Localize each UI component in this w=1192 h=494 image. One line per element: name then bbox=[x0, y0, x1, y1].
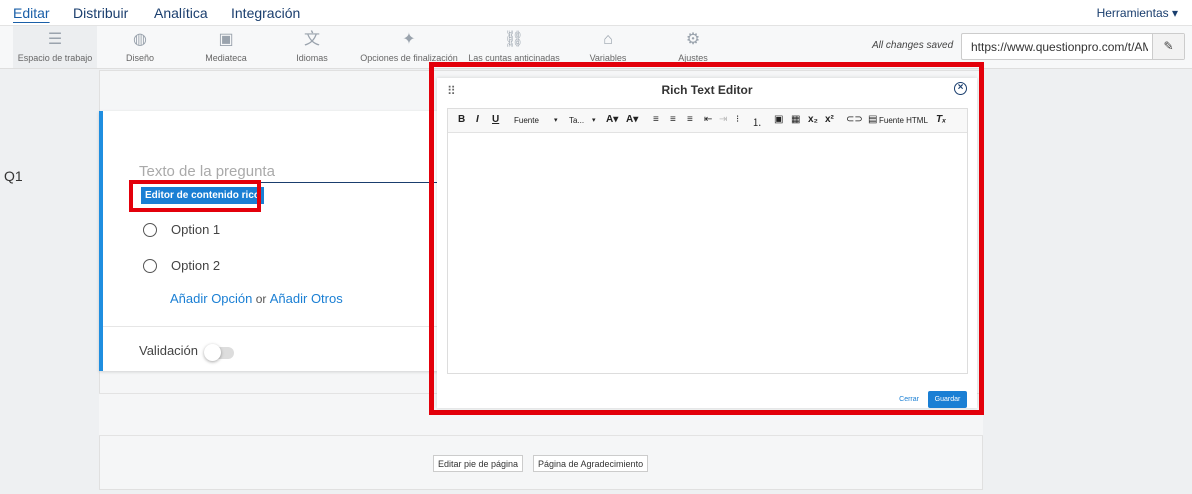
chevron-down-icon[interactable]: ▾ bbox=[592, 116, 596, 124]
validation-label: Validación bbox=[139, 343, 199, 358]
align-right-icon[interactable]: ≡ bbox=[687, 114, 693, 125]
remove-format-icon[interactable]: Tₓ bbox=[936, 114, 946, 125]
nav-analitica[interactable]: Analítica bbox=[154, 5, 208, 21]
option-label[interactable]: Option 1 bbox=[171, 222, 220, 237]
subscript-icon[interactable]: x₂ bbox=[808, 114, 818, 125]
tool-workspace[interactable]: ☰ Espacio de trabajo bbox=[13, 26, 97, 68]
add-option-link[interactable]: Añadir Opción bbox=[170, 291, 252, 306]
numbered-list-icon[interactable]: ⒈ bbox=[752, 114, 762, 129]
thank-you-page-button[interactable]: Página de Agradecimiento bbox=[533, 455, 649, 472]
validation-row: Validación bbox=[103, 326, 444, 371]
text-color-icon[interactable]: A▾ bbox=[626, 114, 638, 125]
nav-editar[interactable]: Editar bbox=[13, 5, 50, 21]
add-other-link[interactable]: Añadir Otros bbox=[270, 291, 343, 306]
pencil-icon[interactable]: ✎ bbox=[1152, 34, 1184, 59]
top-nav: Editar Distribuir Analítica Integración … bbox=[0, 0, 1192, 26]
survey-url-box: ✎ bbox=[961, 33, 1185, 60]
magic-wand-icon: ✦ bbox=[402, 31, 416, 48]
tool-label: Mediateca bbox=[205, 53, 247, 63]
align-left-icon[interactable]: ≡ bbox=[653, 114, 659, 125]
tool-label: Espacio de trabajo bbox=[17, 53, 93, 63]
rich-text-editor: B I U Fuente ▾ Ta... ▾ A▾ A▾ ≡ ≡ ≡ ⇤ ⇥ ⁝… bbox=[447, 108, 968, 374]
tool-label: Diseño bbox=[125, 53, 154, 63]
editor-content-area[interactable] bbox=[448, 133, 967, 373]
question-number: Q1 bbox=[4, 168, 23, 184]
indent-icon[interactable]: ⇥ bbox=[719, 114, 727, 125]
outdent-icon[interactable]: ⇤ bbox=[704, 114, 712, 125]
option-row[interactable]: Option 1 bbox=[143, 221, 220, 237]
question-card[interactable]: Texto de la pregunta Editor de contenido… bbox=[99, 111, 444, 371]
palette-icon: ◍ bbox=[133, 31, 147, 48]
close-icon[interactable]: × bbox=[954, 82, 967, 95]
radio-icon[interactable] bbox=[143, 258, 157, 273]
workspace-icon: ☰ bbox=[47, 31, 63, 48]
tool-label: Idiomas bbox=[296, 53, 328, 63]
italic-button[interactable]: I bbox=[476, 114, 479, 125]
option-label[interactable]: Option 2 bbox=[171, 258, 220, 273]
tool-languages[interactable]: 文 Idiomas bbox=[282, 26, 342, 68]
document-icon[interactable]: ▤ bbox=[868, 114, 877, 125]
save-button[interactable]: Guardar bbox=[928, 391, 967, 408]
save-status: All changes saved bbox=[872, 40, 954, 51]
link-icon: ⛓ bbox=[503, 31, 525, 48]
nav-integracion[interactable]: Integración bbox=[231, 5, 300, 21]
validation-toggle[interactable] bbox=[204, 344, 234, 361]
nav-distribuir[interactable]: Distribuir bbox=[73, 5, 128, 21]
cancel-button[interactable]: Cerrar bbox=[899, 396, 919, 403]
chevron-down-icon[interactable]: ▾ bbox=[554, 116, 558, 124]
superscript-icon[interactable]: x² bbox=[825, 114, 834, 125]
translate-icon: 文 bbox=[303, 31, 320, 48]
image-icon[interactable]: ▣ bbox=[774, 114, 783, 125]
bullet-list-icon[interactable]: ⁝ bbox=[736, 114, 739, 125]
html-source-button[interactable]: Fuente HTML bbox=[879, 116, 928, 125]
editor-toolbar: B I U Fuente ▾ Ta... ▾ A▾ A▾ ≡ ≡ ≡ ⇤ ⇥ ⁝… bbox=[448, 109, 967, 133]
radio-icon[interactable] bbox=[143, 222, 157, 237]
tools-label: Herramientas bbox=[1096, 6, 1169, 20]
or-label: or bbox=[255, 292, 267, 306]
tool-media[interactable]: ▣ Mediateca bbox=[196, 26, 256, 68]
option-row[interactable]: Option 2 bbox=[143, 257, 220, 273]
edit-footer-button[interactable]: Editar pie de página bbox=[433, 455, 524, 472]
rich-text-editor-modal: ⠿ Rich Text Editor × B I U Fuente ▾ Ta..… bbox=[437, 78, 977, 408]
survey-url-input[interactable] bbox=[962, 34, 1148, 59]
size-select[interactable]: Ta... bbox=[569, 116, 584, 125]
toggle-knob bbox=[204, 344, 221, 361]
table-icon[interactable]: ▦ bbox=[791, 114, 800, 125]
background-color-icon[interactable]: A▾ bbox=[606, 114, 618, 125]
highlight-box-rich-editor bbox=[129, 180, 261, 212]
tool-design[interactable]: ◍ Diseño bbox=[110, 26, 170, 68]
tag-icon: ⌂ bbox=[603, 31, 613, 48]
modal-title: Rich Text Editor bbox=[661, 83, 753, 97]
align-center-icon[interactable]: ≡ bbox=[670, 114, 676, 125]
add-options-row: Añadir Opción or Añadir Otros bbox=[170, 291, 343, 306]
image-icon: ▣ bbox=[218, 31, 234, 48]
tools-menu[interactable]: Herramientas ▾ bbox=[1097, 6, 1178, 20]
chevron-down-icon: ▾ bbox=[1171, 6, 1178, 20]
link-icon[interactable]: ⊂⊃ bbox=[846, 114, 863, 125]
gear-icon: ⚙ bbox=[685, 31, 701, 48]
bold-button[interactable]: B bbox=[458, 114, 465, 125]
underline-button[interactable]: U bbox=[492, 114, 499, 125]
font-select[interactable]: Fuente bbox=[514, 116, 539, 125]
